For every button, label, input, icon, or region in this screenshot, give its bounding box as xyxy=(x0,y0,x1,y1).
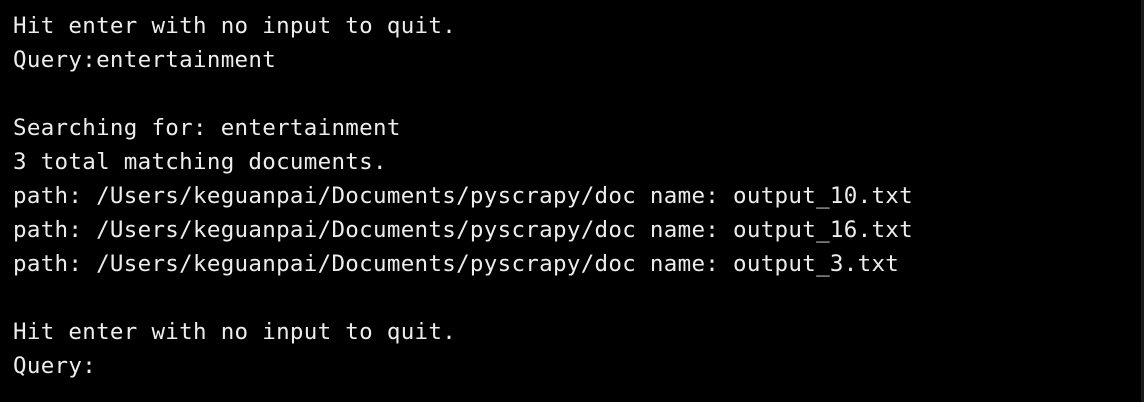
result-line: path: /Users/keguanpai/Documents/pyscrap… xyxy=(13,217,913,243)
prompt-hint: Hit enter with no input to quit. xyxy=(13,13,457,39)
result-line: path: /Users/keguanpai/Documents/pyscrap… xyxy=(13,251,900,277)
query-input-line: Query:entertainment xyxy=(13,47,277,73)
prompt-hint: Hit enter with no input to quit. xyxy=(13,319,457,345)
result-line: path: /Users/keguanpai/Documents/pyscrap… xyxy=(13,183,913,209)
terminal-window[interactable]: Hit enter with no input to quit. Query:e… xyxy=(0,0,1144,402)
search-status: Searching for: entertainment xyxy=(13,115,401,141)
query-prompt[interactable]: Query: xyxy=(13,349,96,383)
match-count: 3 total matching documents. xyxy=(13,149,387,175)
